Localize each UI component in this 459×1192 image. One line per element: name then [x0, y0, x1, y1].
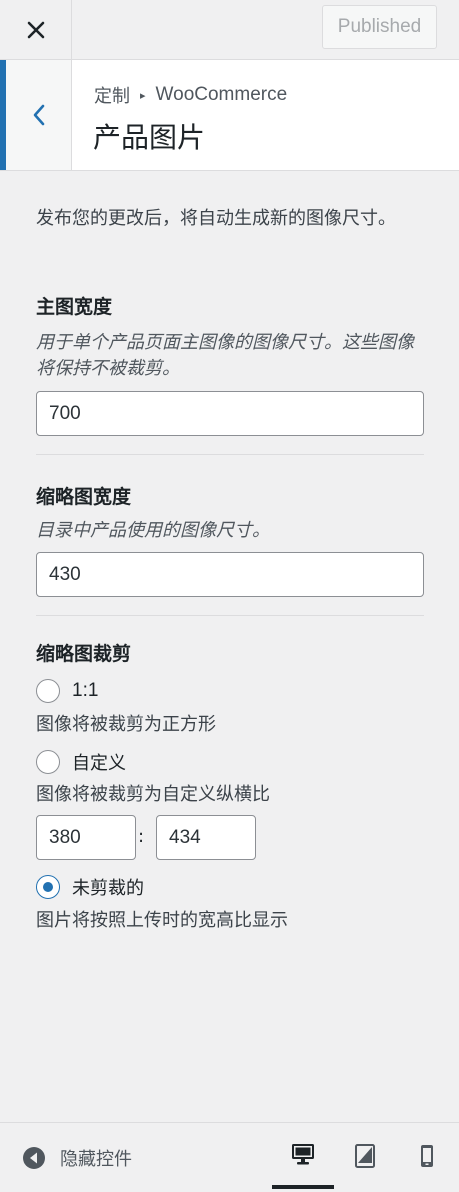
crop-option-square[interactable]: 1:1 — [36, 679, 98, 703]
hide-controls-button[interactable]: 隐藏控件 — [22, 1145, 132, 1171]
top-bar: Published — [0, 0, 459, 60]
close-button[interactable] — [0, 0, 72, 59]
thumb-crop-title: 缩略图裁剪 — [36, 643, 132, 665]
ratio-separator: : — [138, 826, 145, 847]
breadcrumb-root: 定制 — [94, 86, 130, 107]
back-button[interactable] — [0, 60, 72, 170]
publish-button[interactable]: Published — [322, 5, 437, 49]
main-width-input[interactable]: 700 — [36, 391, 424, 436]
radio-button[interactable] — [36, 750, 60, 774]
intro-notice: 发布您的更改后，将自动生成新的图像尺寸。 — [36, 208, 396, 229]
crop-option-custom[interactable]: 自定义 — [36, 749, 126, 775]
chevron-left-icon — [33, 104, 44, 126]
mobile-icon — [421, 1145, 433, 1167]
collapse-arrow-icon — [23, 1147, 45, 1169]
radio-button[interactable] — [36, 679, 60, 703]
crop-option-description: 图像将被裁剪为自定义纵横比 — [36, 784, 270, 805]
thumb-width-input[interactable]: 430 — [36, 552, 424, 597]
custom-ratio-width-input[interactable]: 380 — [36, 815, 136, 860]
breadcrumb-section: WooCommerce — [155, 84, 288, 105]
tablet-icon — [355, 1144, 375, 1168]
thumb-width-title: 缩略图宽度 — [36, 486, 132, 508]
custom-ratio-height-input[interactable]: 434 — [156, 815, 256, 860]
divider — [36, 454, 424, 455]
desktop-icon — [292, 1144, 314, 1165]
crop-option-label: 1:1 — [72, 680, 99, 701]
crop-option-description: 图像将被裁剪为正方形 — [36, 714, 216, 735]
crop-option-uncropped[interactable]: 未剪裁的 — [36, 874, 144, 900]
desktop-preview-button[interactable] — [272, 1123, 334, 1189]
tablet-preview-button[interactable] — [334, 1123, 396, 1189]
panel-header: 定制 ▸ WooCommerce 产品图片 — [0, 60, 459, 171]
breadcrumb-separator-icon: ▸ — [140, 88, 146, 102]
hide-controls-label: 隐藏控件 — [60, 1149, 132, 1170]
crop-option-label: 未剪裁的 — [72, 878, 144, 899]
breadcrumb: 定制 ▸ WooCommerce — [94, 82, 287, 108]
page-title: 产品图片 — [93, 121, 206, 154]
mobile-preview-button[interactable] — [396, 1123, 458, 1189]
crop-option-label: 自定义 — [72, 753, 126, 774]
divider — [36, 615, 424, 616]
footer-bar: 隐藏控件 — [0, 1122, 459, 1192]
main-width-title: 主图宽度 — [36, 296, 113, 318]
close-icon — [27, 21, 44, 38]
thumb-width-description: 目录中产品使用的图像尺寸。 — [36, 520, 270, 541]
crop-option-description: 图片将按照上传时的宽高比显示 — [36, 910, 288, 931]
radio-button-checked[interactable] — [36, 875, 60, 899]
main-width-description: 用于单个产品页面主图像的图像尺寸。这些图像将保持不被裁剪。 — [36, 332, 414, 379]
